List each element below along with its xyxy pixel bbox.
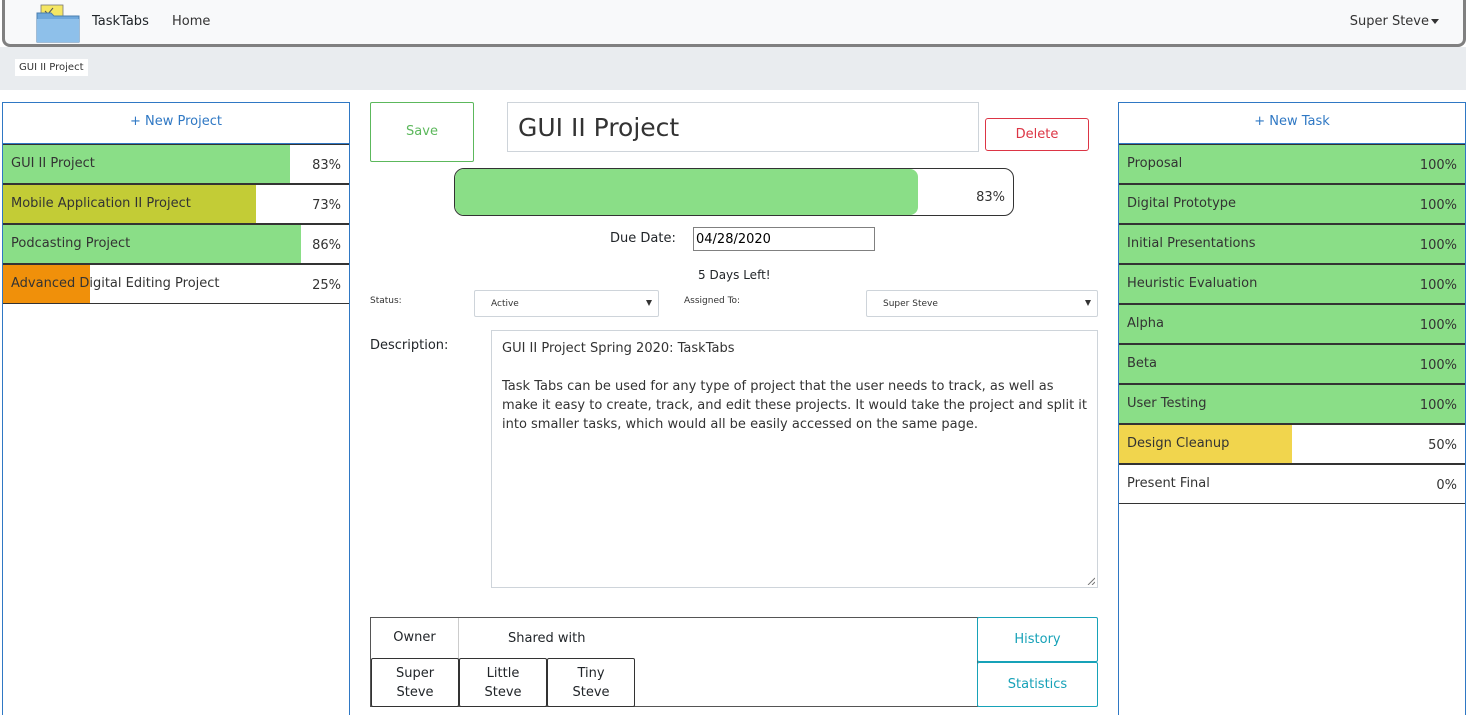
task-item-name: Design Cleanup [1127,436,1230,451]
task-item[interactable]: Digital Prototype 100% [1119,184,1465,224]
project-item[interactable]: Mobile Application II Project 73% [3,184,349,224]
owner-name: Super Steve [395,666,435,700]
save-button[interactable]: Save [370,102,474,162]
task-item-percent: 100% [1419,158,1457,173]
task-item-percent: 100% [1419,278,1457,293]
breadcrumb: GUI II Project [0,47,1466,90]
description-textarea[interactable]: GUI II Project Spring 2020: TaskTabs Tas… [491,330,1098,588]
due-date-label: Due Date: [610,231,676,246]
shared-user-name: Little Steve [484,666,522,700]
project-progress-bar: 83% [454,168,1014,216]
caret-down-icon [1431,19,1439,24]
project-item-percent: 83% [312,158,341,173]
task-item-percent: 0% [1436,478,1457,493]
history-button[interactable]: History [977,617,1098,662]
brand-link[interactable]: TaskTabs [92,14,149,29]
status-select[interactable]: Active [474,290,659,317]
task-item-percent: 100% [1419,198,1457,213]
shared-user[interactable]: Tiny Steve [547,658,635,707]
project-item[interactable]: Podcasting Project 86% [3,224,349,264]
task-item[interactable]: Present Final 0% [1119,464,1465,504]
task-item[interactable]: Alpha 100% [1119,304,1465,344]
task-item-percent: 100% [1419,358,1457,373]
project-item-percent: 25% [312,278,341,293]
project-item[interactable]: GUI II Project 83% [3,144,349,184]
progress-fill [1119,305,1465,343]
project-item-name: Mobile Application II Project [11,196,191,211]
task-item[interactable]: Proposal 100% [1119,144,1465,184]
project-item[interactable]: Advanced Digital Editing Project 25% [3,264,349,304]
task-item[interactable]: User Testing 100% [1119,384,1465,424]
project-item-name: GUI II Project [11,156,95,171]
description-label: Description: [370,338,449,353]
task-item-name: User Testing [1127,396,1207,411]
folder-logo-icon[interactable] [35,3,81,43]
status-value: Active [491,299,519,309]
user-menu[interactable]: Super Steve [1350,14,1439,29]
task-item[interactable]: Initial Presentations 100% [1119,224,1465,264]
owner-user[interactable]: Super Steve [371,658,459,707]
nav-home-link[interactable]: Home [172,14,210,29]
task-item-name: Heuristic Evaluation [1127,276,1258,291]
statistics-button[interactable]: Statistics [977,662,1098,707]
dropdown-arrow-icon [1085,300,1091,306]
task-item[interactable]: Heuristic Evaluation 100% [1119,264,1465,304]
task-item-percent: 50% [1428,438,1457,453]
breadcrumb-item[interactable]: GUI II Project [15,59,88,76]
status-label: Status: [370,296,402,306]
progress-percent: 83% [976,190,1005,205]
task-item-name: Digital Prototype [1127,196,1237,211]
project-list-panel: + New Project GUI II Project 83% Mobile Ap… [2,102,350,715]
new-task-button[interactable]: + New Task [1119,103,1465,144]
task-list-panel: + New Task Proposal 100% Digital Prototype… [1118,102,1466,715]
progress-fill [455,169,919,215]
description-text: GUI II Project Spring 2020: TaskTabs Tas… [502,341,1088,432]
progress-fill [1119,345,1465,383]
resize-handle-icon[interactable] [1087,577,1095,585]
task-item[interactable]: Design Cleanup 50% [1119,424,1465,464]
task-list: Proposal 100% Digital Prototype 100% Initial… [1119,144,1465,504]
delete-button[interactable]: Delete [985,118,1089,151]
shared-user[interactable]: Little Steve [459,658,547,707]
task-item-name: Alpha [1127,316,1164,331]
project-title-input[interactable] [507,102,979,152]
task-item-name: Present Final [1127,476,1210,491]
task-item-name: Initial Presentations [1127,236,1256,251]
project-item-percent: 73% [312,198,341,213]
user-name: Super Steve [1349,14,1429,29]
project-item-name: Podcasting Project [11,236,131,251]
task-item[interactable]: Beta 100% [1119,344,1465,384]
task-item-name: Proposal [1127,156,1183,171]
due-date-input[interactable] [693,227,875,251]
task-item-percent: 100% [1419,318,1457,333]
navbar: TaskTabs Home Super Steve [2,0,1466,47]
shared-with-header: Shared with [508,631,586,646]
project-list: GUI II Project 83% Mobile Application II P… [3,144,349,304]
project-item-percent: 86% [312,238,341,253]
shared-user-name: Tiny Steve [572,666,610,700]
task-item-percent: 100% [1419,238,1457,253]
project-item-name: Advanced Digital Editing Project [11,276,220,291]
task-item-name: Beta [1127,356,1157,371]
dropdown-arrow-icon [646,300,652,306]
sharing-panel: Owner Shared with Super Steve Little Ste… [370,617,978,707]
assigned-to-label: Assigned To: [684,296,741,306]
days-left-text: 5 Days Left! [698,268,771,282]
assigned-to-value: Super Steve [883,299,938,309]
owner-header: Owner [371,618,459,659]
task-item-percent: 100% [1419,398,1457,413]
new-project-button[interactable]: + New Project [3,103,349,144]
assigned-to-select[interactable]: Super Steve [866,290,1098,317]
